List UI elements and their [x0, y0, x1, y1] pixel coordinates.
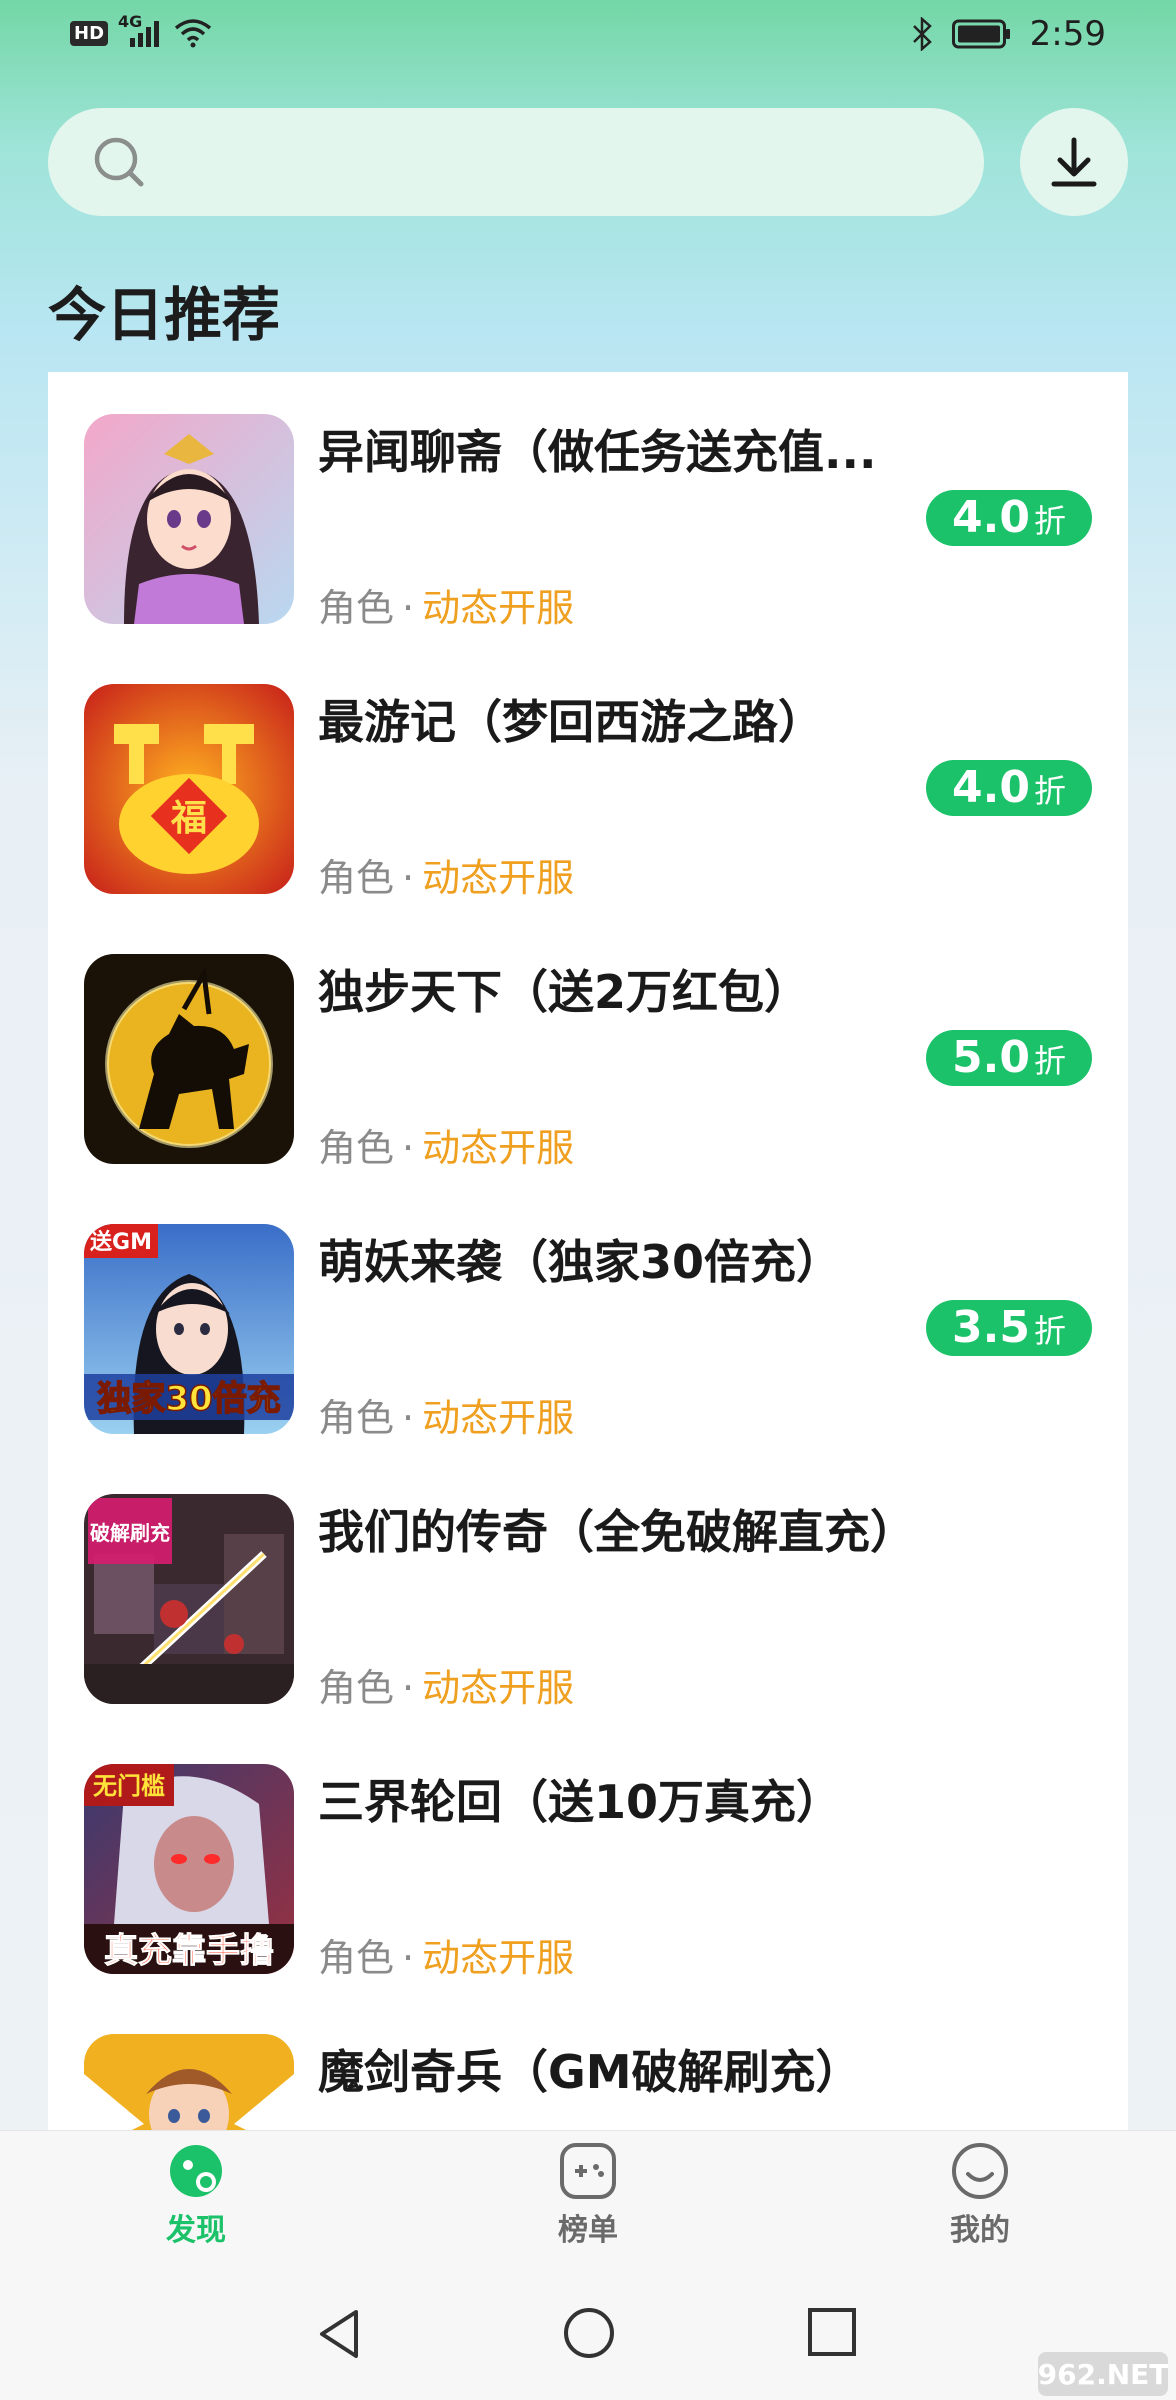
download-icon — [1051, 137, 1097, 187]
nav-label: 发现 — [166, 2213, 226, 2248]
game-name: 萌妖来袭（独家30倍充） — [318, 1235, 843, 1289]
game-genre: 角色 — [318, 1936, 395, 1980]
server-status: 动态开服 — [422, 856, 575, 900]
meta-separator: · — [402, 1126, 415, 1170]
server-status: 动态开服 — [422, 1666, 575, 1710]
icon-gm-badge: 送GM — [90, 1229, 152, 1255]
game-meta: 角色 · 动态开服 — [318, 1117, 574, 1172]
game-icon-1[interactable] — [84, 414, 294, 624]
discount-value: 5.0 — [952, 1032, 1030, 1083]
icon-bottom-text: 真充靠手撸 — [104, 1931, 274, 1971]
game-genre: 角色 — [318, 856, 395, 900]
game-name: 最游记（梦回西游之路） — [318, 695, 824, 749]
game-icon-5[interactable]: 破解刷充 — [84, 1494, 294, 1704]
status-clock: 2:59 — [1029, 14, 1106, 54]
section-title: 今日推荐 — [48, 281, 281, 349]
discount-unit: 折 — [1033, 772, 1066, 810]
discount-badge: 3.5 折 — [926, 1300, 1092, 1356]
discount-value: 4.0 — [952, 492, 1030, 543]
icon-fu-char: 福 — [170, 798, 207, 839]
back-icon[interactable] — [314, 2306, 364, 2362]
recents-icon[interactable] — [806, 2306, 858, 2358]
game-meta: 角色 · 动态开服 — [318, 847, 574, 902]
discount-unit: 折 — [1033, 502, 1066, 540]
game-list-item[interactable]: 魔剑奇兵（GM破解刷充） — [48, 1992, 1128, 2132]
discount-badge: 4.0 折 — [926, 760, 1092, 816]
discount-unit: 折 — [1033, 1312, 1066, 1350]
nav-label: 榜单 — [558, 2213, 618, 2248]
game-list-item[interactable]: 独家30倍充 送GM 萌妖来袭（独家30倍充） 角色 · 动态开服 3.5 折 — [48, 1182, 1128, 1452]
system-navigation-bar: 962.NET — [0, 2266, 1176, 2400]
game-list-item[interactable]: 破解刷充 我们的传奇（全免破解直充） 角色 · 动态开服 — [48, 1452, 1128, 1722]
hd-badge-icon: HD — [70, 20, 109, 46]
meta-separator: · — [402, 586, 415, 630]
game-genre: 角色 — [318, 1126, 395, 1170]
game-meta: 角色 · 动态开服 — [318, 577, 574, 632]
game-icon-2[interactable]: 福 — [84, 684, 294, 894]
icon-banner-text: 独家30倍充 — [97, 1379, 280, 1419]
game-list-item[interactable]: 独步天下（送2万红包） 角色 · 动态开服 5.0 折 — [48, 912, 1128, 1182]
game-icon-3[interactable] — [84, 954, 294, 1164]
game-icon-7[interactable] — [84, 2034, 294, 2132]
game-icon-4[interactable]: 独家30倍充 送GM — [84, 1224, 294, 1434]
download-button[interactable] — [1020, 108, 1128, 216]
game-list-item[interactable]: 福 最游记（梦回西游之路） 角色 · 动态开服 4.0 折 — [48, 642, 1128, 912]
icon-top-text: 无门槛 — [93, 1772, 165, 1800]
discount-unit: 折 — [1033, 1042, 1066, 1080]
game-genre: 角色 — [318, 1396, 395, 1440]
discount-badge: 5.0 折 — [926, 1030, 1092, 1086]
game-meta: 角色 · 动态开服 — [318, 1657, 574, 1712]
discount-badge: 4.0 折 — [926, 490, 1092, 546]
discount-value: 3.5 — [952, 1302, 1030, 1353]
status-bar: HD 4G 2:59 — [0, 0, 1176, 72]
game-name: 三界轮回（送10万真充） — [318, 1775, 843, 1829]
game-list-item[interactable]: 无门槛 真充靠手撸 三界轮回（送10万真充） 角色 · 动态开服 — [48, 1722, 1128, 1992]
game-name: 魔剑奇兵（GM破解刷充） — [318, 2045, 862, 2099]
status-right: 2:59 — [910, 14, 1106, 54]
nav-label: 我的 — [950, 2213, 1010, 2248]
battery-icon — [951, 19, 1010, 49]
smile-icon — [952, 2143, 1008, 2199]
signal-icon: 4G — [118, 12, 164, 48]
watermark: 962.NET — [1038, 2352, 1168, 2396]
server-status: 动态开服 — [422, 1396, 575, 1440]
nav-tab-mine[interactable]: 我的 — [880, 2141, 1080, 2249]
server-status: 动态开服 — [422, 1126, 575, 1170]
game-genre: 角色 — [318, 1666, 395, 1710]
game-name: 我们的传奇（全免破解直充） — [318, 1505, 916, 1559]
bluetooth-icon — [912, 17, 932, 51]
discover-icon — [170, 2145, 222, 2197]
meta-separator: · — [402, 1666, 415, 1710]
wifi-icon — [174, 19, 212, 48]
game-name: 异闻聊斋（做任务送充值... — [318, 425, 877, 479]
gamepad-icon — [560, 2143, 616, 2199]
meta-separator: · — [402, 1936, 415, 1980]
meta-separator: · — [402, 1396, 415, 1440]
server-status: 动态开服 — [422, 1936, 575, 1980]
game-list-item[interactable]: 异闻聊斋（做任务送充值... 角色 · 动态开服 4.0 折 — [48, 372, 1128, 642]
game-genre: 角色 — [318, 586, 395, 630]
game-name: 独步天下（送2万红包） — [318, 965, 811, 1019]
game-meta: 角色 · 动态开服 — [318, 1927, 574, 1982]
nav-tab-discover[interactable]: 发现 — [96, 2141, 296, 2249]
search-icon — [94, 137, 144, 187]
search-input[interactable] — [48, 108, 984, 216]
game-list: 异闻聊斋（做任务送充值... 角色 · 动态开服 4.0 折 福 最游记（梦回西游之路… — [48, 372, 1128, 2132]
meta-separator: · — [402, 856, 415, 900]
game-icon-6[interactable]: 无门槛 真充靠手撸 — [84, 1764, 294, 1974]
bottom-nav: 发现 榜单 我的 — [0, 2130, 1176, 2266]
discount-value: 4.0 — [952, 762, 1030, 813]
home-icon[interactable] — [562, 2306, 616, 2360]
server-status: 动态开服 — [422, 586, 575, 630]
game-meta: 角色 · 动态开服 — [318, 1387, 574, 1442]
nav-tab-ranking[interactable]: 榜单 — [488, 2141, 688, 2249]
status-left: HD 4G — [70, 12, 212, 48]
icon-banner-text: 破解刷充 — [90, 1521, 170, 1545]
